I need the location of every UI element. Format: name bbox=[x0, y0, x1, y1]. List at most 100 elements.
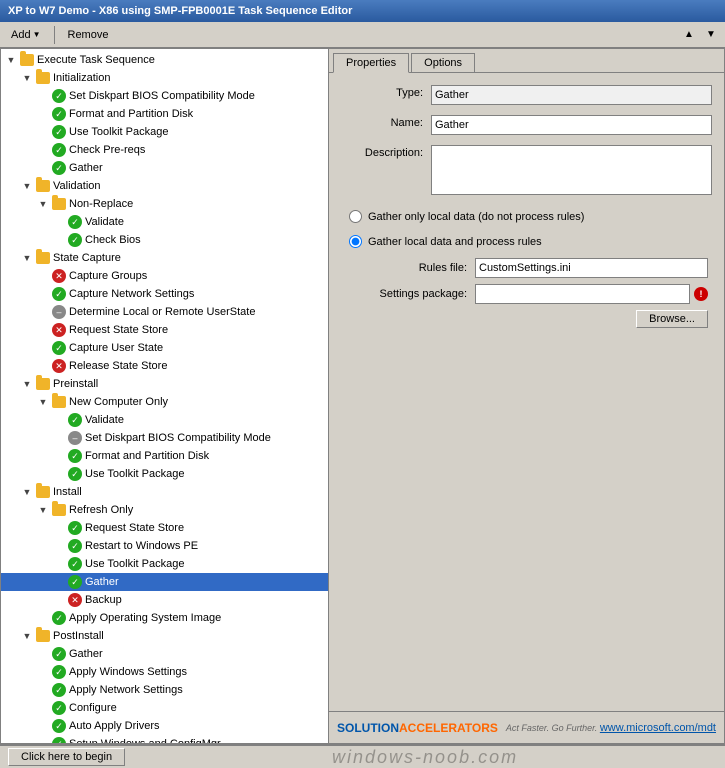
radio-process-rules[interactable] bbox=[349, 235, 362, 248]
watermark: windows-noob.com bbox=[133, 747, 717, 768]
logo-solution: SOLUTION bbox=[337, 721, 399, 735]
tab-properties[interactable]: Properties bbox=[333, 53, 409, 73]
tree-item-setup-windows[interactable]: ✓Setup Windows and ConfigMgr bbox=[1, 735, 328, 744]
folder-icon bbox=[35, 376, 51, 392]
tree-item-release-state[interactable]: ✕Release State Store bbox=[1, 357, 328, 375]
tree-item-request-state2[interactable]: ✓Request State Store bbox=[1, 519, 328, 537]
settings-package-input[interactable] bbox=[475, 284, 690, 304]
tree-item-request-state[interactable]: ✕Request State Store bbox=[1, 321, 328, 339]
tree-item-check-bios[interactable]: ✓Check Bios bbox=[1, 231, 328, 249]
green-check-icon: ✓ bbox=[51, 682, 67, 698]
green-check-icon: ✓ bbox=[51, 718, 67, 734]
tree-item-validate[interactable]: ✓Validate bbox=[1, 213, 328, 231]
red-x-icon: ✕ bbox=[67, 592, 83, 608]
settings-error-icon: ! bbox=[694, 287, 708, 301]
gray-icon: – bbox=[67, 430, 83, 446]
tree-item-capture-user[interactable]: ✓Capture User State bbox=[1, 339, 328, 357]
tree-item-set-diskpart[interactable]: ✓Set Diskpart BIOS Compatibility Mode bbox=[1, 87, 328, 105]
tree-item-refresh-only[interactable]: ▼Refresh Only bbox=[1, 501, 328, 519]
tree-item-configure[interactable]: ✓Configure bbox=[1, 699, 328, 717]
tree-item-state-capture[interactable]: ▼State Capture bbox=[1, 249, 328, 267]
type-row: Type: bbox=[341, 85, 712, 105]
tree-item-auto-apply[interactable]: ✓Auto Apply Drivers bbox=[1, 717, 328, 735]
red-x-icon: ✕ bbox=[51, 322, 67, 338]
item-label: Backup bbox=[85, 594, 122, 606]
toolbar-icon-1[interactable]: ▲ bbox=[679, 25, 699, 45]
bottom-bar: SOLUTIONACCELERATORS Act Faster. Go Furt… bbox=[329, 711, 724, 743]
tree-item-restart-win-pe[interactable]: ✓Restart to Windows PE bbox=[1, 537, 328, 555]
type-input[interactable] bbox=[431, 85, 712, 105]
tree-item-postinstall[interactable]: ▼PostInstall bbox=[1, 627, 328, 645]
toolbar-divider bbox=[54, 26, 55, 44]
tree-item-format2[interactable]: ✓Format and Partition Disk bbox=[1, 447, 328, 465]
tree-item-use-toolkit[interactable]: ✓Use Toolkit Package bbox=[1, 123, 328, 141]
expand-icon: ▼ bbox=[35, 394, 51, 410]
name-label: Name: bbox=[341, 115, 431, 129]
description-label: Description: bbox=[341, 145, 431, 159]
green-check-icon: ✓ bbox=[51, 610, 67, 626]
begin-button[interactable]: Click here to begin bbox=[8, 748, 125, 766]
tree-item-use-toolkit2[interactable]: ✓Use Toolkit Package bbox=[1, 465, 328, 483]
tree-item-gather3[interactable]: ✓Gather bbox=[1, 645, 328, 663]
item-label: Determine Local or Remote UserState bbox=[69, 306, 255, 318]
radio-local-only[interactable] bbox=[349, 210, 362, 223]
add-label: Add bbox=[11, 29, 31, 41]
name-input[interactable] bbox=[431, 115, 712, 135]
tree-item-preinstall[interactable]: ▼Preinstall bbox=[1, 375, 328, 393]
tab-options[interactable]: Options bbox=[411, 53, 475, 72]
item-label: Check Bios bbox=[85, 234, 141, 246]
settings-package-label: Settings package: bbox=[365, 288, 475, 300]
item-label: Use Toolkit Package bbox=[69, 126, 168, 138]
folder-icon bbox=[35, 484, 51, 500]
toolbar-icon-2[interactable]: ▼ bbox=[701, 25, 721, 45]
tree-item-initialization[interactable]: ▼Initialization bbox=[1, 69, 328, 87]
tree-item-determine-local[interactable]: –Determine Local or Remote UserState bbox=[1, 303, 328, 321]
properties-content: Type: Name: Description: bbox=[329, 73, 724, 711]
green-check-icon: ✓ bbox=[67, 556, 83, 572]
item-label: Apply Operating System Image bbox=[69, 612, 221, 624]
folder-icon bbox=[51, 502, 67, 518]
tree-item-format-partition[interactable]: ✓Format and Partition Disk bbox=[1, 105, 328, 123]
tree-panel: ▼Execute Task Sequence▼Initialization✓Se… bbox=[0, 48, 328, 744]
status-bar: Click here to begin windows-noob.com bbox=[0, 744, 725, 768]
item-label: Capture Groups bbox=[69, 270, 147, 282]
tree-item-apply-windows[interactable]: ✓Apply Windows Settings bbox=[1, 663, 328, 681]
item-label: Gather bbox=[85, 576, 119, 588]
tree-item-gather2[interactable]: ✓Gather bbox=[1, 573, 328, 591]
tree-item-capture-network[interactable]: ✓Capture Network Settings bbox=[1, 285, 328, 303]
tree-item-capture-groups[interactable]: ✕Capture Groups bbox=[1, 267, 328, 285]
tree-item-validation[interactable]: ▼Validation bbox=[1, 177, 328, 195]
tree-item-apply-network[interactable]: ✓Apply Network Settings bbox=[1, 681, 328, 699]
tree-item-validate2[interactable]: ✓Validate bbox=[1, 411, 328, 429]
expand-icon: ▼ bbox=[19, 628, 35, 644]
tree-item-use-toolkit3[interactable]: ✓Use Toolkit Package bbox=[1, 555, 328, 573]
type-label: Type: bbox=[341, 85, 431, 99]
description-input[interactable] bbox=[431, 145, 712, 195]
tree-item-non-replace[interactable]: ▼Non-Replace bbox=[1, 195, 328, 213]
remove-button[interactable]: Remove bbox=[61, 27, 116, 43]
folder-icon bbox=[51, 394, 67, 410]
green-check-icon: ✓ bbox=[51, 736, 67, 744]
item-label: Auto Apply Drivers bbox=[69, 720, 159, 732]
add-dropdown-icon: ▼ bbox=[33, 30, 41, 39]
tree-item-set-diskpart2[interactable]: –Set Diskpart BIOS Compatibility Mode bbox=[1, 429, 328, 447]
green-check-icon: ✓ bbox=[51, 142, 67, 158]
tree-item-gather1[interactable]: ✓Gather bbox=[1, 159, 328, 177]
add-button[interactable]: Add ▼ bbox=[4, 27, 48, 43]
radio-local-only-label: Gather only local data (do not process r… bbox=[368, 211, 584, 223]
logo-url[interactable]: www.microsoft.com/mdt bbox=[600, 722, 716, 734]
tree-item-execute[interactable]: ▼Execute Task Sequence bbox=[1, 51, 328, 69]
rules-file-input[interactable] bbox=[475, 258, 708, 278]
tree-item-backup[interactable]: ✕Backup bbox=[1, 591, 328, 609]
green-check-icon: ✓ bbox=[51, 646, 67, 662]
folder-icon bbox=[51, 196, 67, 212]
name-row: Name: bbox=[341, 115, 712, 135]
green-check-icon: ✓ bbox=[51, 700, 67, 716]
tree-item-install[interactable]: ▼Install bbox=[1, 483, 328, 501]
tree-item-check-prereqs[interactable]: ✓Check Pre-reqs bbox=[1, 141, 328, 159]
green-check-icon: ✓ bbox=[51, 340, 67, 356]
browse-button[interactable]: Browse... bbox=[636, 310, 708, 328]
tree-item-new-computer[interactable]: ▼New Computer Only bbox=[1, 393, 328, 411]
tree-item-apply-os[interactable]: ✓Apply Operating System Image bbox=[1, 609, 328, 627]
red-x-icon: ✕ bbox=[51, 358, 67, 374]
